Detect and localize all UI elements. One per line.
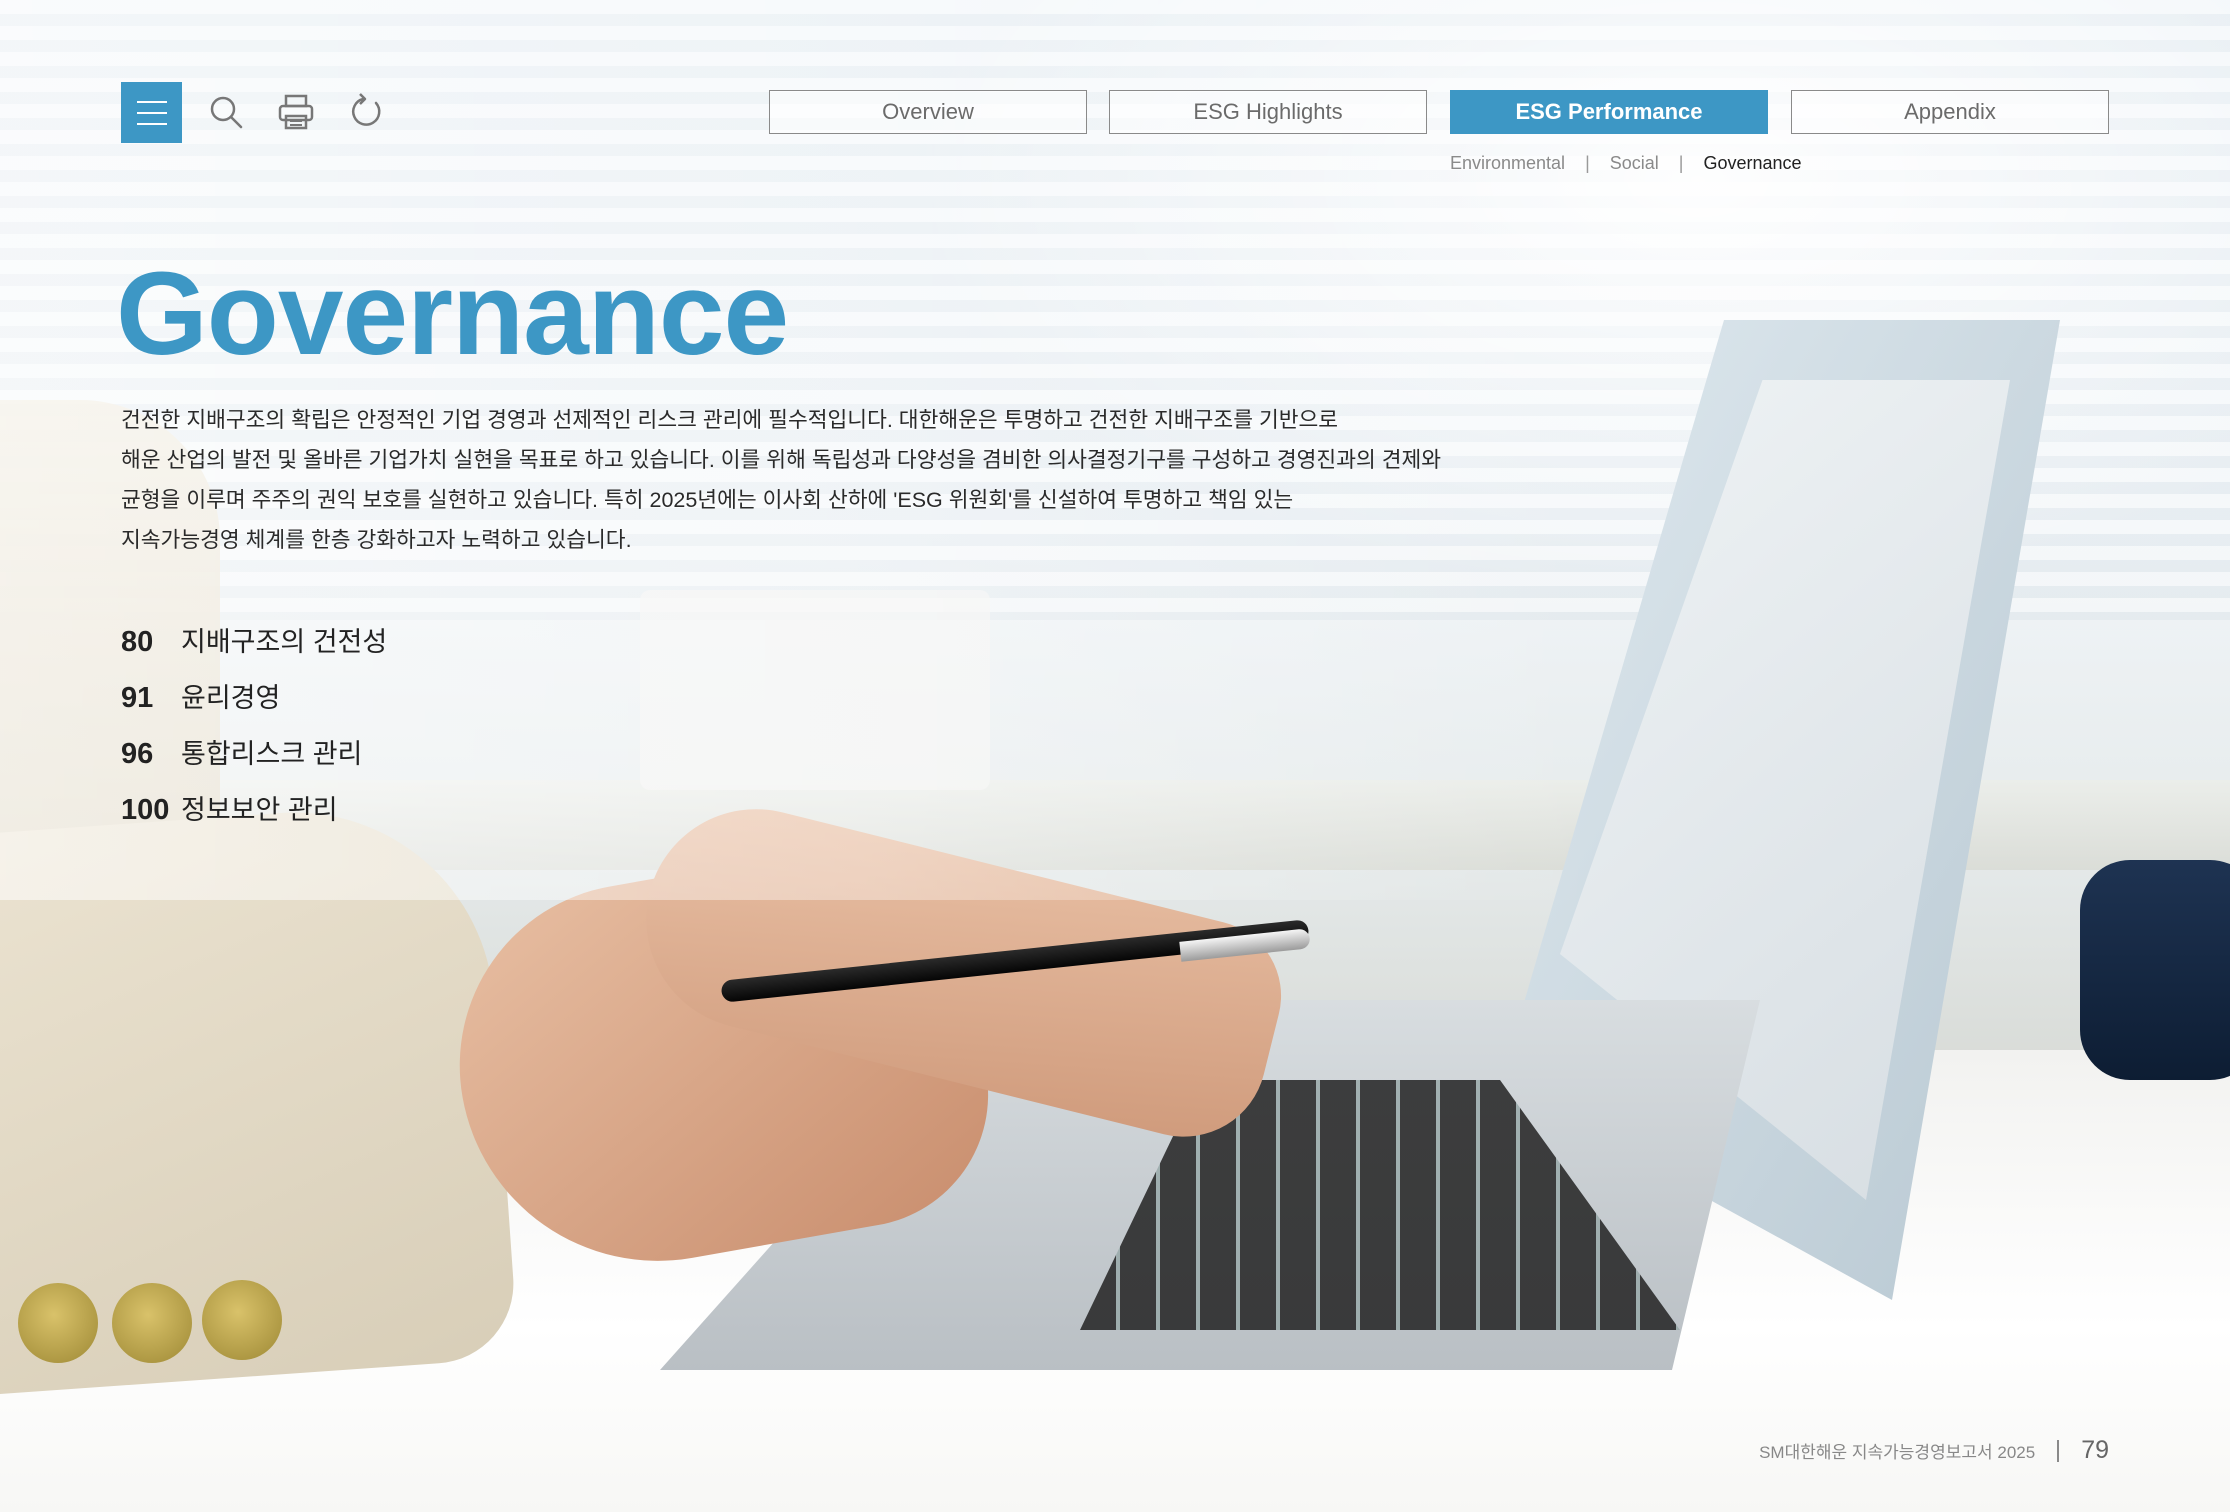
- subnav: Environmental | Social | Governance: [1450, 150, 1802, 176]
- toc-label: 정보보안 관리: [181, 795, 338, 825]
- tab-esg-highlights[interactable]: ESG Highlights: [1109, 90, 1427, 134]
- intro-line: 지속가능경영 체계를 한층 강화하고자 노력하고 있습니다.: [121, 528, 632, 552]
- toc-label: 지배구조의 건전성: [181, 627, 388, 657]
- section-toc: 80 지배구조의 건전성 91 윤리경영 96 통합리스크 관리 100 정보보…: [121, 620, 387, 844]
- menu-icon-line: [136, 100, 167, 103]
- subnav-governance[interactable]: Governance: [1703, 153, 1801, 174]
- tab-appendix[interactable]: Appendix: [1791, 90, 2109, 134]
- refresh-icon[interactable]: [346, 92, 386, 132]
- menu-icon-line: [136, 122, 167, 125]
- toc-page-number: 96: [121, 738, 154, 770]
- toc-page-number: 91: [121, 682, 154, 714]
- toc-label: 윤리경영: [181, 683, 281, 713]
- report-title: SM대한해운 지속가능경영보고서 2025: [1759, 1443, 2036, 1462]
- coffee-mug: [2080, 860, 2230, 1080]
- toc-page-number: 80: [121, 626, 154, 658]
- toc-item-governance-soundness[interactable]: 80 지배구조의 건전성: [121, 620, 387, 676]
- page-number: 79: [2081, 1436, 2109, 1464]
- toc-page-number: 100: [121, 794, 170, 826]
- toc-item-ethics[interactable]: 91 윤리경영: [121, 676, 387, 732]
- tab-esg-performance[interactable]: ESG Performance: [1450, 90, 1768, 134]
- subnav-separator: |: [1678, 152, 1684, 173]
- intro-line: 건전한 지배구조의 확립은 안정적인 기업 경영과 선제적인 리스크 관리에 필…: [121, 408, 1339, 432]
- menu-button[interactable]: [121, 82, 182, 143]
- toc-label: 통합리스크 관리: [181, 739, 363, 769]
- sleeve-button: [18, 1283, 98, 1363]
- intro-line: 균형을 이루며 주주의 권익 보호를 실현하고 있습니다. 특히 2025년에는…: [121, 488, 1294, 512]
- toc-item-information-security[interactable]: 100 정보보안 관리: [121, 788, 387, 844]
- sleeve-button: [112, 1283, 192, 1363]
- sleeve-button: [202, 1280, 282, 1360]
- print-icon[interactable]: [276, 92, 316, 132]
- intro-paragraph: 건전한 지배구조의 확립은 안정적인 기업 경영과 선제적인 리스크 관리에 필…: [121, 400, 1541, 560]
- page-title: Governance: [116, 248, 789, 380]
- intro-line: 해운 산업의 발전 및 올바른 기업가치 실현을 목표로 하고 있습니다. 이를…: [121, 448, 1442, 472]
- toc-item-risk-management[interactable]: 96 통합리스크 관리: [121, 732, 387, 788]
- subnav-social[interactable]: Social: [1610, 153, 1659, 174]
- subnav-environmental[interactable]: Environmental: [1450, 153, 1565, 174]
- tab-overview[interactable]: Overview: [769, 90, 1087, 134]
- footer-separator: [2057, 1439, 2060, 1462]
- menu-icon-line: [136, 111, 167, 114]
- subnav-separator: |: [1585, 152, 1590, 173]
- page-footer: SM대한해운 지속가능경영보고서 2025 79: [1759, 1436, 2109, 1465]
- search-icon[interactable]: [206, 92, 246, 132]
